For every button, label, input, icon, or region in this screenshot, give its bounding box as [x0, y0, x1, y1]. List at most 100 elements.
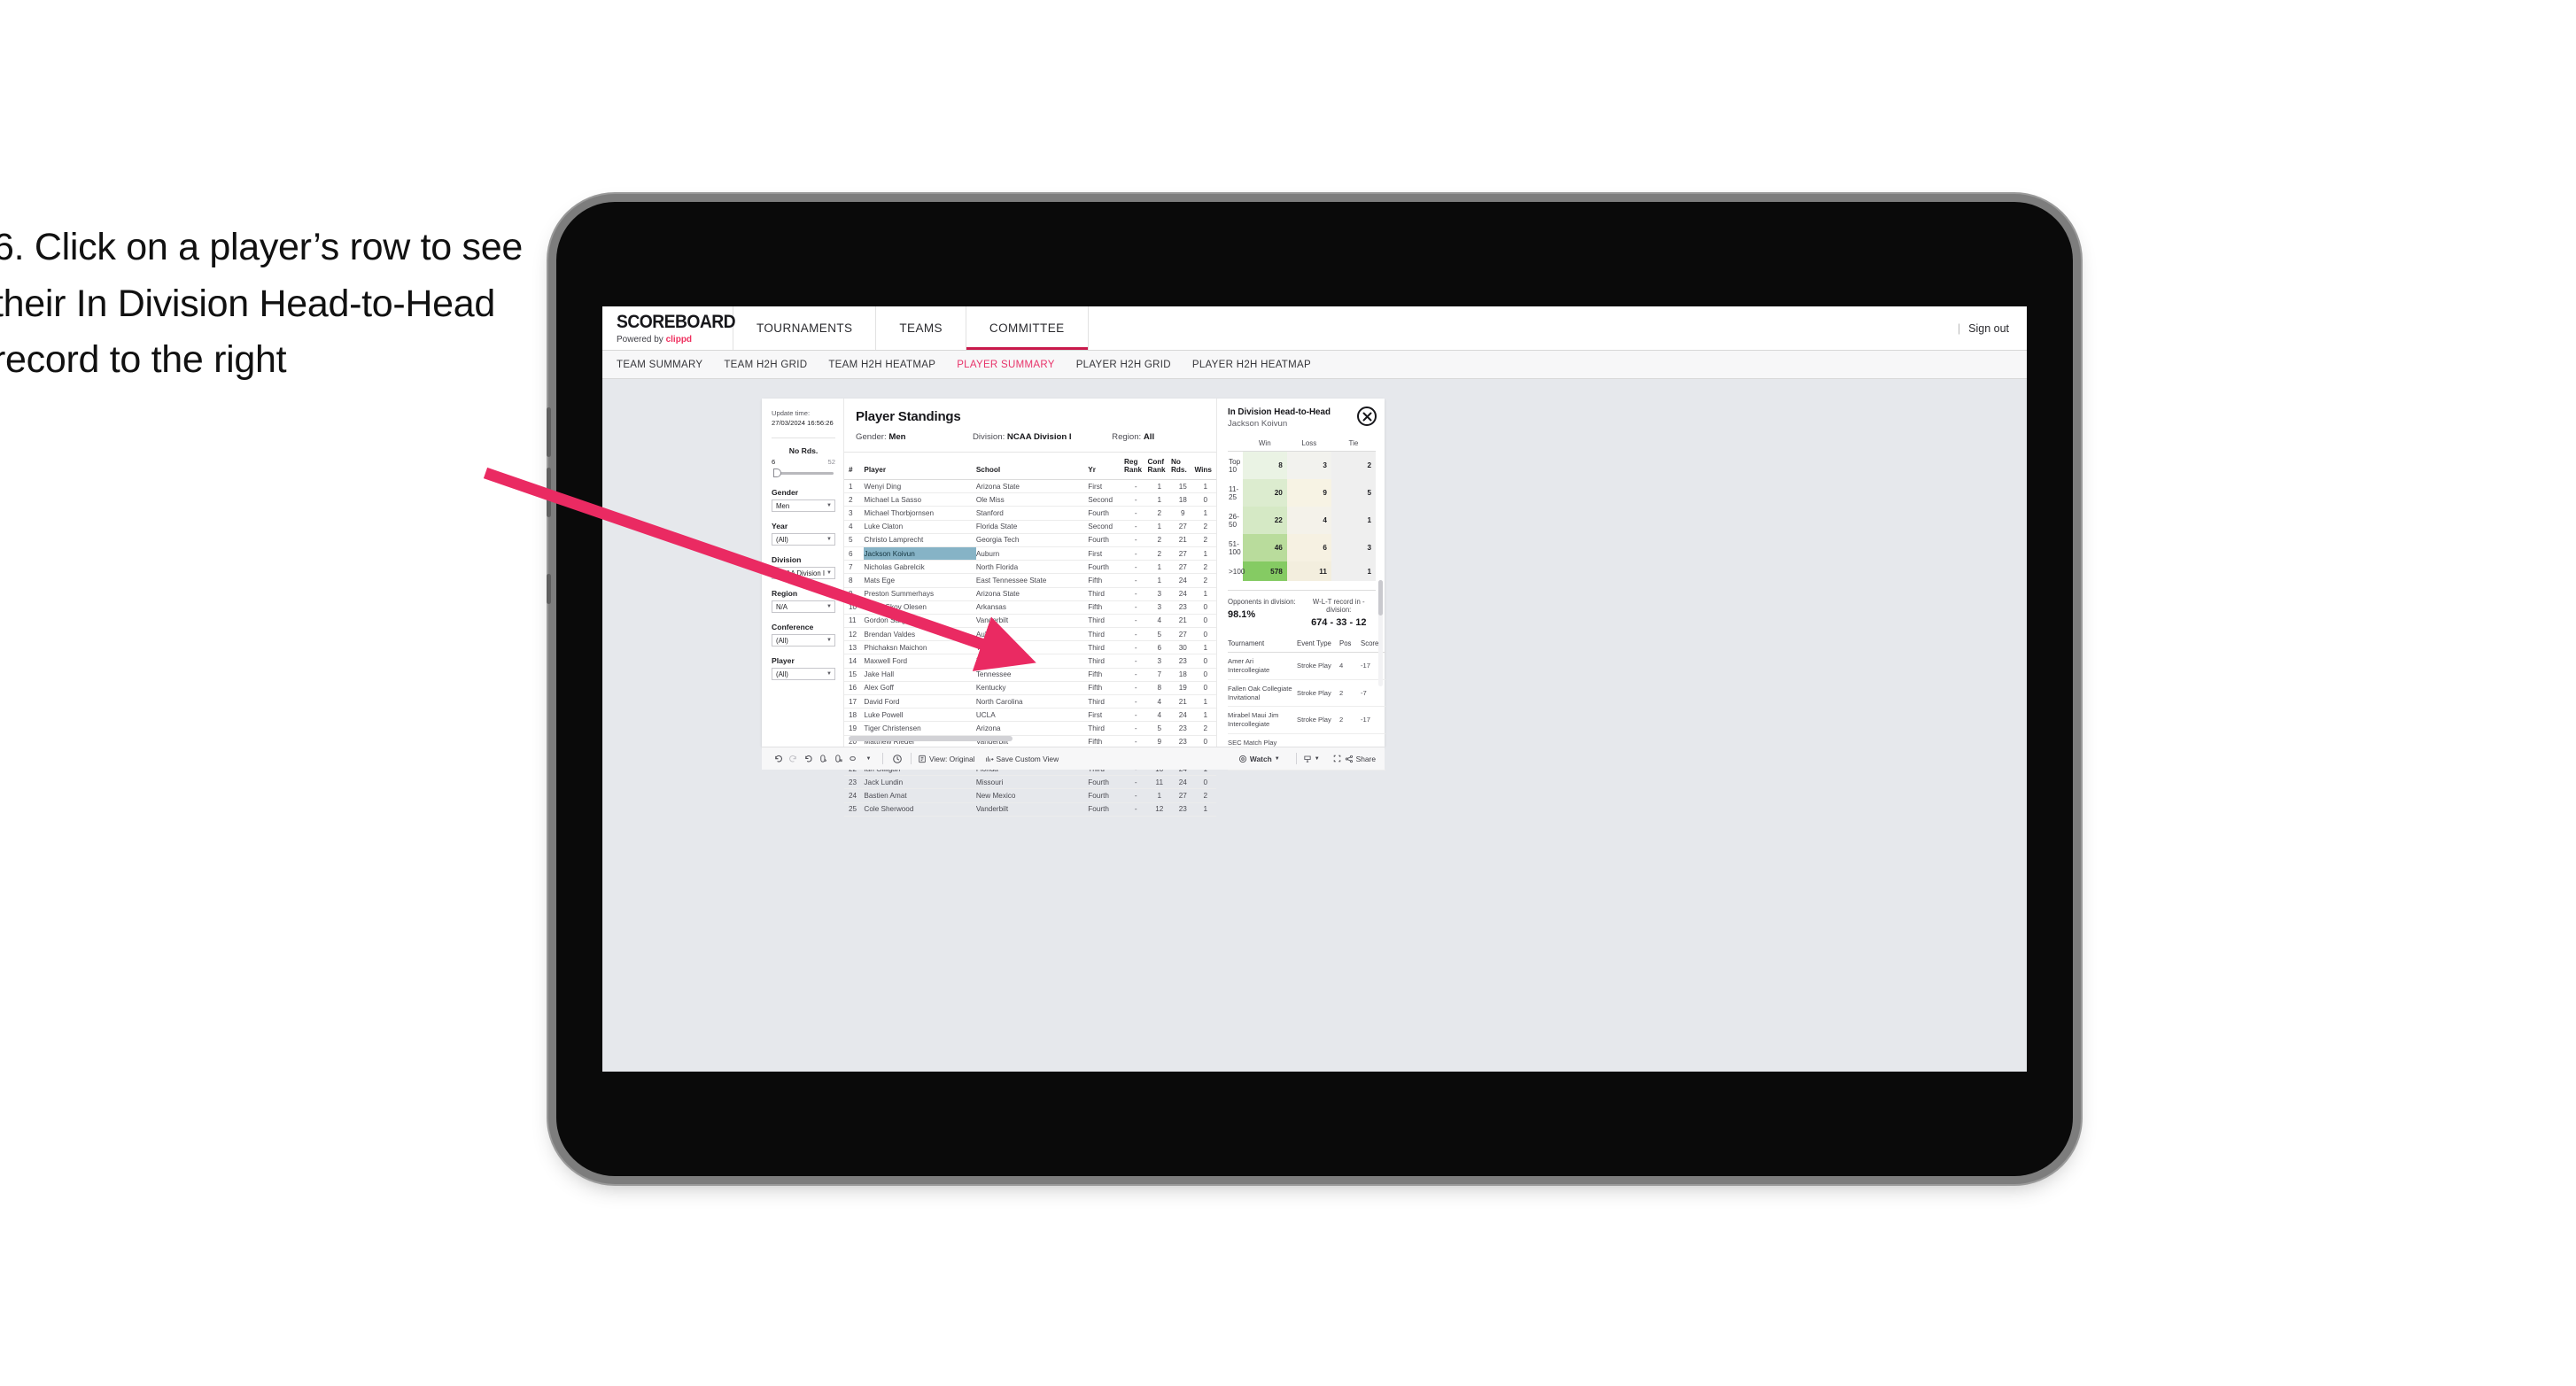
sub-tab-player-h2h-heatmap[interactable]: PLAYER H2H HEATMAP [1192, 360, 1311, 370]
cell-year: Fifth [1088, 600, 1124, 615]
detail-vertical-scrollbar[interactable] [1378, 580, 1383, 686]
sub-tab-team-summary[interactable]: TEAM SUMMARY [617, 360, 702, 370]
watch-button[interactable]: Watch ▼ [1238, 755, 1280, 763]
table-row[interactable]: 25 Cole Sherwood Vanderbilt Fourth -12 23 1 [844, 802, 1216, 817]
breadcrumb-gender-label: Gender: [856, 432, 889, 442]
cell-wins: 1 [1194, 802, 1216, 817]
table-row[interactable]: 15 Jake Hall Tennessee Fifth -7 18 0 [844, 668, 1216, 682]
horizontal-scrollbar[interactable] [849, 736, 1013, 741]
filter-region-select[interactable]: N/A ▼ [772, 600, 835, 613]
table-row[interactable]: 2 Michael La Sasso Ole Miss Second -1 18 0 [844, 492, 1216, 507]
header-divider: | [1957, 321, 1961, 335]
update-time-value: 27/03/2024 16:56:26 [772, 419, 834, 427]
volume-down-button[interactable] [547, 468, 551, 517]
table-row[interactable]: 1 Wenyi Ding Arizona State First -1 15 1 [844, 479, 1216, 494]
col-rank[interactable]: # [844, 453, 865, 480]
col-school[interactable]: School [975, 453, 1089, 480]
cell-conf-rank: 1 [1147, 560, 1171, 575]
sub-tab-team-h2h-heatmap[interactable]: TEAM H2H HEATMAP [828, 360, 935, 370]
close-circle-icon[interactable] [1357, 407, 1377, 426]
col-player[interactable]: Player [864, 453, 976, 480]
nav-tab-teams[interactable]: TEAMS [876, 306, 966, 350]
nav-tab-committee[interactable]: COMMITTEE [966, 306, 1089, 350]
tournament-row[interactable]: Amer Ari Intercollegiate Stroke Play 4 -17 [1228, 652, 1385, 680]
share-button[interactable]: Share [1345, 755, 1376, 763]
scrollbar-thumb[interactable] [1378, 580, 1383, 616]
refresh-data-icon[interactable] [816, 751, 831, 766]
cell-wins: 1 [1194, 479, 1216, 494]
h2h-cell-tie: 5 [1331, 479, 1376, 507]
save-custom-view-button[interactable]: Save Custom View [985, 755, 1059, 763]
filter-player-select[interactable]: (All) ▼ [772, 668, 835, 680]
cell-year: First [1088, 479, 1124, 494]
slider-track[interactable] [777, 472, 834, 475]
filter-conference-select[interactable]: (All) ▼ [772, 634, 835, 647]
device-layout-icon [1304, 755, 1311, 763]
filter-gender-select[interactable]: Men ▼ [772, 499, 835, 512]
table-row[interactable]: 5 Christo Lamprecht Georgia Tech Fourth -2 21… [844, 533, 1216, 547]
chevron-down-icon: ▼ [826, 671, 832, 677]
table-row[interactable]: 18 Luke Powell UCLA First -4 24 1 [844, 708, 1216, 723]
tournament-row[interactable]: Mirabel Maui Jim Intercollegiate Stroke P… [1228, 706, 1385, 735]
table-row[interactable]: 14 Maxwell Ford North Carolina Third -3 23 0 [844, 654, 1216, 669]
redo-icon[interactable] [786, 751, 801, 766]
sub-tab-player-summary[interactable]: PLAYER SUMMARY [957, 360, 1055, 370]
chevron-down-icon[interactable]: ▼ [861, 751, 876, 766]
table-row[interactable]: 13 Phichaksn Maichon Texas A&M Third -6 30 1 [844, 640, 1216, 655]
col-wins[interactable]: Wins [1194, 453, 1216, 480]
watch-icon [1238, 755, 1246, 763]
revert-icon[interactable] [801, 751, 816, 766]
table-row[interactable]: 16 Alex Goff Kentucky Fifth -8 19 0 [844, 681, 1216, 696]
table-row[interactable]: 8 Mats Ege East Tennessee State Fifth -1 24 2 [844, 573, 1216, 588]
fullscreen-icon[interactable] [1330, 751, 1345, 766]
col-no-rds[interactable]: No Rds. [1171, 453, 1195, 480]
cell-year: Third [1088, 721, 1124, 736]
undo-icon[interactable] [771, 751, 786, 766]
table-row[interactable]: 11 Gordon Sargent Vanderbilt Third -4 21 0 [844, 614, 1216, 629]
nav-tab-tournaments[interactable]: TOURNAMENTS [733, 306, 877, 350]
view-original-button[interactable]: View: Original [918, 755, 975, 763]
cell-reg-rank: - [1124, 775, 1148, 790]
table-row[interactable]: 6 Jackson Koivun Auburn First -2 27 1 [844, 546, 1216, 561]
table-row[interactable]: 7 Nicholas Gabrelcik North Florida Fourth -1… [844, 560, 1216, 575]
slider-handle[interactable] [773, 468, 781, 477]
tournament-row[interactable]: Fallen Oak Collegiate Invitational Stroke… [1228, 679, 1385, 708]
volume-up-button[interactable] [547, 407, 551, 457]
h2h-cell-loss: 11 [1286, 561, 1331, 581]
cell-wins: 1 [1194, 640, 1216, 655]
table-row[interactable]: 17 David Ford North Carolina Third -4 21 1 [844, 694, 1216, 709]
table-row[interactable]: 4 Luke Claton Florida State Second -1 27 2 [844, 520, 1216, 534]
table-row[interactable]: 23 Jack Lundin Missouri Fourth -11 24 0 [844, 775, 1216, 790]
table-row[interactable]: 3 Michael Thorbjornsen Stanford Fourth -2 9 1 [844, 506, 1216, 521]
cell-no-rds: 21 [1171, 614, 1195, 629]
sub-tab-player-h2h-grid[interactable]: PLAYER H2H GRID [1076, 360, 1171, 370]
table-row[interactable]: 10 Jacob Skov Olesen Arkansas Fifth -3 23 0 [844, 600, 1216, 615]
power-button[interactable] [547, 574, 551, 604]
sub-tab-team-h2h-grid[interactable]: TEAM H2H GRID [724, 360, 807, 370]
col-conf-rank[interactable]: Conf Rank [1147, 453, 1171, 480]
table-row[interactable]: 9 Preston Summerhays Arizona State Third -3 2… [844, 587, 1216, 601]
history-icon[interactable] [889, 751, 904, 766]
col-reg-rank[interactable]: Reg Rank [1124, 453, 1148, 480]
sign-out-link[interactable]: Sign out [1968, 322, 2009, 335]
h2h-cell-win: 8 [1242, 451, 1287, 479]
cell-player: Wenyi Ding [864, 479, 976, 494]
app-logo[interactable]: SCOREBOARD Powered by clippd [602, 306, 736, 350]
chevron-down-icon: ▼ [1274, 755, 1280, 762]
cell-reg-rank: - [1124, 668, 1148, 682]
table-row[interactable]: 24 Bastien Amat New Mexico Fourth -1 27 2 [844, 788, 1216, 803]
watch-label: Watch [1249, 754, 1272, 763]
col-year[interactable]: Yr [1088, 453, 1124, 480]
highlight-icon[interactable] [846, 751, 861, 766]
table-row[interactable]: 19 Tiger Christensen Arizona Third -5 23 2 [844, 721, 1216, 736]
filter-division-select[interactable]: NCAA Division I ▼ [772, 567, 835, 579]
cell-no-rds: 18 [1171, 492, 1195, 507]
table-row[interactable]: 12 Brendan Valdes Auburn Third -5 27 0 [844, 627, 1216, 642]
cell-conf-rank: 1 [1147, 520, 1171, 534]
no-rounds-slider[interactable] [772, 468, 835, 478]
cell-rank: 17 [844, 694, 865, 709]
col-pos: Pos [1339, 636, 1361, 653]
device-layout-button[interactable]: ▼ [1303, 755, 1320, 763]
filter-year-select[interactable]: (All) ▼ [772, 533, 835, 546]
pause-updates-icon[interactable] [831, 751, 846, 766]
